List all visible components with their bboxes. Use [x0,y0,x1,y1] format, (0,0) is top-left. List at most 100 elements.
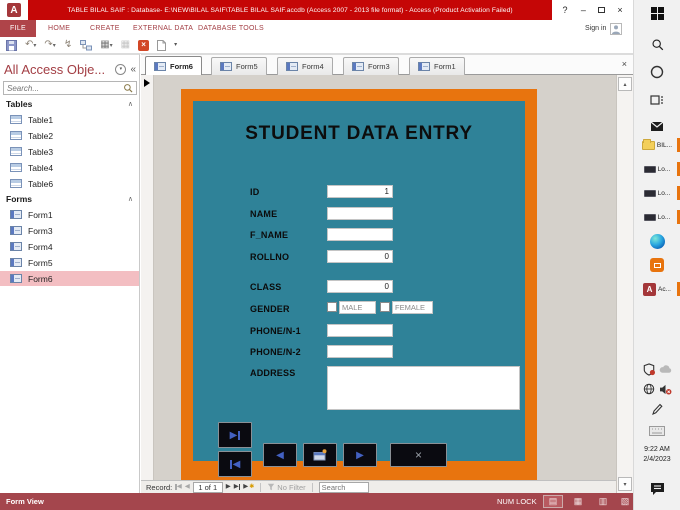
security-shield-icon[interactable] [643,362,655,376]
tab-database-tools[interactable]: DATABASE TOOLS [198,20,264,37]
help-button[interactable]: ? [558,5,572,15]
sidebar-item-form4[interactable]: Form4 [0,239,139,254]
onedrive-cloud-icon[interactable] [659,364,672,374]
last-record-nav-button[interactable]: ▶ [234,483,241,491]
new-blank-record-button[interactable]: ▶ ✱ [243,483,254,491]
record-position[interactable]: 1 of 1 [192,481,223,493]
window-label: Lo... [657,189,671,197]
close-button[interactable]: × [613,5,627,15]
item-label: Table4 [28,162,54,173]
tables-group-header[interactable]: Tables ∧ [0,97,139,111]
address-input[interactable] [327,366,520,410]
qat-customize-icon[interactable]: ▾ [174,42,177,48]
filter-toggle[interactable]: No Filter [267,483,306,492]
female-checkbox[interactable] [380,302,390,312]
doc-tab-form3[interactable]: Form3 [343,57,399,75]
tab-external-data[interactable]: EXTERNAL DATA [133,20,193,37]
scroll-down-icon[interactable]: ▾ [618,477,632,491]
taskbar-search-button[interactable] [634,36,680,52]
restore-icon [598,7,606,13]
nav-menu-icon[interactable]: ▾ [115,63,127,75]
sidebar-item-form5[interactable]: Form5 [0,255,139,270]
capture-app-button[interactable] [634,256,680,274]
close-red-icon[interactable]: × [138,39,150,51]
rollno-input[interactable] [327,250,393,263]
doc-tab-form5[interactable]: Form5 [211,57,267,75]
male-checkbox[interactable] [327,302,337,312]
nav-search-input[interactable] [7,83,123,93]
first-record-button[interactable]: ◀ [218,451,252,477]
name-input[interactable] [327,207,393,220]
navigation-pane-header[interactable]: All Access Obje... ▾ « [4,59,136,79]
next-record-nav-button[interactable]: ▶ [226,483,231,491]
delete-record-button[interactable]: × [390,443,447,467]
new-document-icon[interactable] [157,39,167,51]
previous-record-button[interactable]: ◀ [263,443,297,467]
pen-settings-tray[interactable] [634,402,680,416]
tab-home[interactable]: HOME [48,20,70,37]
filter-icon [268,483,275,491]
network-globe-icon[interactable] [643,383,655,395]
nav-search[interactable] [3,81,137,95]
layout-view-icon: ▥ [598,496,608,506]
taskbar-window-2[interactable]: Lo... [634,184,680,202]
layout-view-button[interactable]: ▥ [593,495,613,508]
id-input[interactable] [327,185,393,198]
action-center-button[interactable] [634,480,680,498]
touch-keyboard-tray[interactable] [634,424,680,438]
field-label-phone1: PHONE/N-1 [250,326,301,336]
next-record-button[interactable]: ▶ [343,443,377,467]
sidebar-item-form1[interactable]: Form1 [0,207,139,222]
shutter-close-icon[interactable]: « [130,64,136,75]
datasheet-view-button[interactable]: ▦ [568,495,588,508]
tab-create[interactable]: CREATE [90,20,120,37]
form-view-button[interactable]: ▤ [543,495,563,508]
run-macro-icon[interactable]: ↯ [64,40,72,50]
undo-icon[interactable]: ↶▾ [25,40,36,50]
new-record-button[interactable] [303,443,337,467]
start-button[interactable] [634,5,680,21]
design-view-button[interactable]: ▧ [615,495,635,508]
sidebar-item-table1[interactable]: Table1 [0,112,139,127]
phone1-input[interactable] [327,324,393,337]
task-view-button[interactable] [634,92,680,108]
scroll-up-icon[interactable]: ▴ [618,77,632,91]
sidebar-item-table3[interactable]: Table3 [0,144,139,159]
taskbar-folder-window[interactable]: BIL... [634,136,680,154]
doc-tab-form1[interactable]: Form1 [409,57,465,75]
taskbar-window-3[interactable]: Lo... [634,208,680,226]
cortana-button[interactable] [634,64,680,80]
mail-app-button[interactable] [634,118,680,134]
last-record-button[interactable]: ▶ [218,422,252,448]
record-selector-strip[interactable] [141,75,154,481]
redo-icon[interactable]: ↷▾ [44,40,55,50]
first-record-nav-button[interactable]: ◀ [175,483,182,491]
forms-group-header[interactable]: Forms ∧ [0,192,139,206]
sidebar-item-table4[interactable]: Table4 [0,160,139,175]
taskbar-access-button[interactable]: A Ac... [634,280,680,298]
restore-button[interactable] [595,5,609,15]
phone2-input[interactable] [327,345,393,358]
relationships-icon[interactable] [80,39,93,51]
minimize-button[interactable]: – [576,5,590,15]
volume-muted-icon[interactable] [659,384,672,395]
file-tab[interactable]: FILE [0,20,36,37]
vertical-scrollbar[interactable] [616,75,633,493]
save-icon[interactable] [6,39,17,51]
previous-record-nav-button[interactable]: ◀ [185,483,190,491]
sidebar-item-table2[interactable]: Table2 [0,128,139,143]
close-document-icon[interactable]: × [622,59,627,69]
taskbar-clock[interactable]: 9:22 AM 2/4/2023 [634,444,680,466]
sidebar-item-form6[interactable]: Form6 [0,271,139,286]
edge-browser-button[interactable] [634,232,680,250]
taskbar-window-1[interactable]: Lo... [634,160,680,178]
table-grid-icon[interactable]: ▦▾ [100,40,112,50]
f-name-input[interactable] [327,228,393,241]
doc-tab-form4[interactable]: Form4 [277,57,333,75]
class-input[interactable] [327,280,393,293]
record-search-input[interactable] [318,481,369,493]
sidebar-item-form3[interactable]: Form3 [0,223,139,238]
doc-tab-form6[interactable]: Form6 [145,56,202,75]
sign-in[interactable]: Sign in [585,20,623,37]
sidebar-item-table6[interactable]: Table6 [0,176,139,191]
